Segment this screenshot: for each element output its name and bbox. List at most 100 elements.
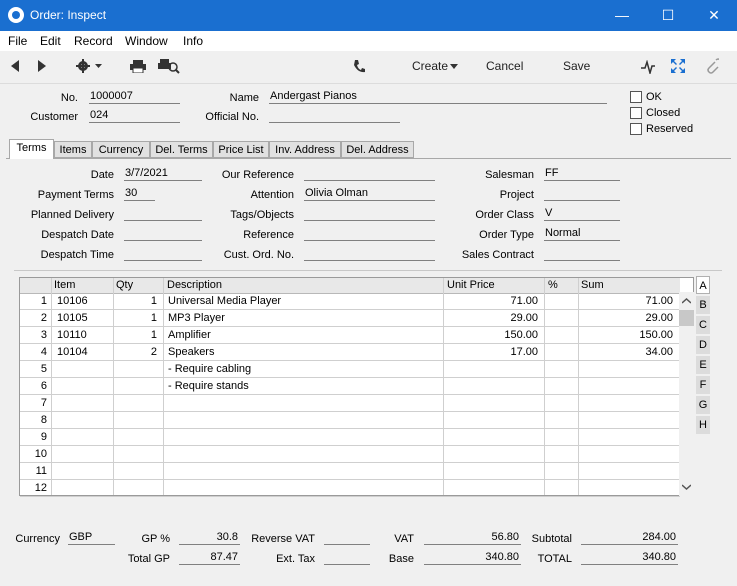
grid-cell-qty[interactable]: 2 bbox=[116, 344, 157, 360]
row-tab-a[interactable]: A bbox=[696, 276, 710, 294]
grid-cell-desc[interactable]: Amplifier bbox=[168, 327, 438, 343]
tab-price-list[interactable]: Price List bbox=[213, 141, 269, 158]
minimize-button[interactable]: — bbox=[599, 0, 645, 31]
grid-cell-qty[interactable] bbox=[116, 463, 157, 479]
planned-delivery-field[interactable] bbox=[124, 207, 202, 221]
grid-cell-qty[interactable] bbox=[116, 378, 157, 394]
grid-cell-qty[interactable] bbox=[116, 480, 157, 496]
gear-icon[interactable] bbox=[76, 59, 104, 73]
project-field[interactable] bbox=[544, 187, 620, 201]
print-icon[interactable] bbox=[130, 60, 146, 73]
grid-cell-price[interactable]: 17.00 bbox=[446, 344, 538, 360]
grid-cell-sum[interactable] bbox=[581, 463, 673, 479]
grid-cell-price[interactable]: 29.00 bbox=[446, 310, 538, 326]
col-qty-header[interactable]: Qty bbox=[116, 278, 133, 293]
cancel-button[interactable]: Cancel bbox=[486, 59, 523, 73]
tab-del-address[interactable]: Del. Address bbox=[341, 141, 414, 158]
grid-cell-price[interactable] bbox=[446, 480, 538, 496]
customer-field[interactable]: 024 bbox=[89, 109, 180, 123]
create-dropdown-icon[interactable] bbox=[450, 64, 458, 69]
row-tab-c[interactable]: C bbox=[696, 316, 710, 334]
grid-cell-qty[interactable] bbox=[116, 446, 157, 462]
grid-cell-sum[interactable] bbox=[581, 395, 673, 411]
tags-objects-field[interactable] bbox=[304, 207, 435, 221]
grid-cell-desc[interactable]: - Require cabling bbox=[168, 361, 438, 377]
grid-cell-qty[interactable] bbox=[116, 395, 157, 411]
grid-cell-sum[interactable] bbox=[581, 429, 673, 445]
grid-cell-item[interactable]: 10110 bbox=[57, 327, 112, 343]
sales-contract-field[interactable] bbox=[544, 247, 620, 261]
name-field[interactable]: Andergast Pianos bbox=[269, 90, 607, 104]
grid-cell-price[interactable]: 150.00 bbox=[446, 327, 538, 343]
official-no-field[interactable] bbox=[269, 109, 400, 123]
grid-cell-desc[interactable] bbox=[168, 446, 438, 462]
grid-cell-sum[interactable] bbox=[581, 412, 673, 428]
grid-cell-item[interactable] bbox=[57, 378, 112, 394]
grid-cell-sum[interactable] bbox=[581, 480, 673, 496]
reverse-vat-field[interactable] bbox=[324, 531, 370, 545]
grid-cell-pct[interactable] bbox=[547, 310, 575, 326]
ext-tax-field[interactable] bbox=[324, 551, 370, 565]
grid-cell-desc[interactable] bbox=[168, 395, 438, 411]
order-type-field[interactable]: Normal bbox=[544, 227, 620, 241]
menu-file[interactable]: File bbox=[8, 34, 27, 48]
attention-field[interactable]: Olivia Olman bbox=[304, 187, 435, 201]
grid-cell-item[interactable] bbox=[57, 361, 112, 377]
row-tab-f[interactable]: F bbox=[696, 376, 710, 394]
col-unit-price-header[interactable]: Unit Price bbox=[447, 278, 495, 293]
print-preview-icon[interactable] bbox=[158, 59, 180, 74]
col-item-header[interactable]: Item bbox=[54, 278, 75, 293]
order-class-field[interactable]: V bbox=[544, 207, 620, 221]
grid-cell-qty[interactable] bbox=[116, 412, 157, 428]
grid-cell-desc[interactable] bbox=[168, 463, 438, 479]
grid-cell-item[interactable] bbox=[57, 480, 112, 496]
grid-cell-sum[interactable]: 34.00 bbox=[581, 344, 673, 360]
close-button[interactable]: ✕ bbox=[691, 0, 737, 31]
scroll-up-icon[interactable] bbox=[682, 298, 691, 304]
grid-cell-item[interactable]: 10104 bbox=[57, 344, 112, 360]
grid-cell-qty[interactable] bbox=[116, 429, 157, 445]
grid-cell-price[interactable] bbox=[446, 395, 538, 411]
attachment-icon[interactable] bbox=[705, 58, 719, 75]
row-tab-h[interactable]: H bbox=[696, 416, 710, 434]
grid-cell-pct[interactable] bbox=[547, 480, 575, 496]
grid-cell-desc[interactable] bbox=[168, 480, 438, 496]
col-percent-header[interactable]: % bbox=[548, 278, 558, 293]
grid-cell-desc[interactable] bbox=[168, 412, 438, 428]
col-description-header[interactable]: Description bbox=[167, 278, 222, 293]
grid-cell-pct[interactable] bbox=[547, 361, 575, 377]
grid-cell-pct[interactable] bbox=[547, 395, 575, 411]
create-button[interactable]: Create bbox=[412, 59, 448, 73]
save-button[interactable]: Save bbox=[563, 59, 590, 73]
cust-ord-no-field[interactable] bbox=[304, 247, 435, 261]
grid-cell-pct[interactable] bbox=[547, 412, 575, 428]
grid-cell-item[interactable]: 10106 bbox=[57, 293, 112, 309]
grid-cell-price[interactable] bbox=[446, 446, 538, 462]
row-tab-b[interactable]: B bbox=[696, 296, 710, 314]
grid-cell-desc[interactable]: - Require stands bbox=[168, 378, 438, 394]
grid-cell-qty[interactable]: 1 bbox=[116, 327, 157, 343]
grid-cell-sum[interactable]: 71.00 bbox=[581, 293, 673, 309]
row-tab-g[interactable]: G bbox=[696, 396, 710, 414]
currency-field[interactable]: GBP bbox=[68, 531, 115, 545]
grid-cell-pct[interactable] bbox=[547, 429, 575, 445]
expand-icon[interactable] bbox=[671, 59, 685, 73]
grid-cell-item[interactable] bbox=[57, 395, 112, 411]
grid-cell-price[interactable] bbox=[446, 412, 538, 428]
tab-currency[interactable]: Currency bbox=[92, 141, 150, 158]
grid-cell-pct[interactable] bbox=[547, 293, 575, 309]
col-sum-header[interactable]: Sum bbox=[581, 278, 604, 293]
our-reference-field[interactable] bbox=[304, 167, 435, 181]
grid-cell-price[interactable] bbox=[446, 463, 538, 479]
tab-inv-address[interactable]: Inv. Address bbox=[269, 141, 341, 158]
payment-terms-field[interactable]: 30 bbox=[124, 187, 155, 201]
grid-cell-desc[interactable]: Speakers bbox=[168, 344, 438, 360]
grid-cell-item[interactable] bbox=[57, 429, 112, 445]
grid-cell-pct[interactable] bbox=[547, 378, 575, 394]
grid-cell-sum[interactable]: 150.00 bbox=[581, 327, 673, 343]
grid-cell-item[interactable] bbox=[57, 446, 112, 462]
reference-field[interactable] bbox=[304, 227, 435, 241]
grid-cell-qty[interactable] bbox=[116, 361, 157, 377]
grid-cell-item[interactable] bbox=[57, 463, 112, 479]
salesman-field[interactable]: FF bbox=[544, 167, 620, 181]
